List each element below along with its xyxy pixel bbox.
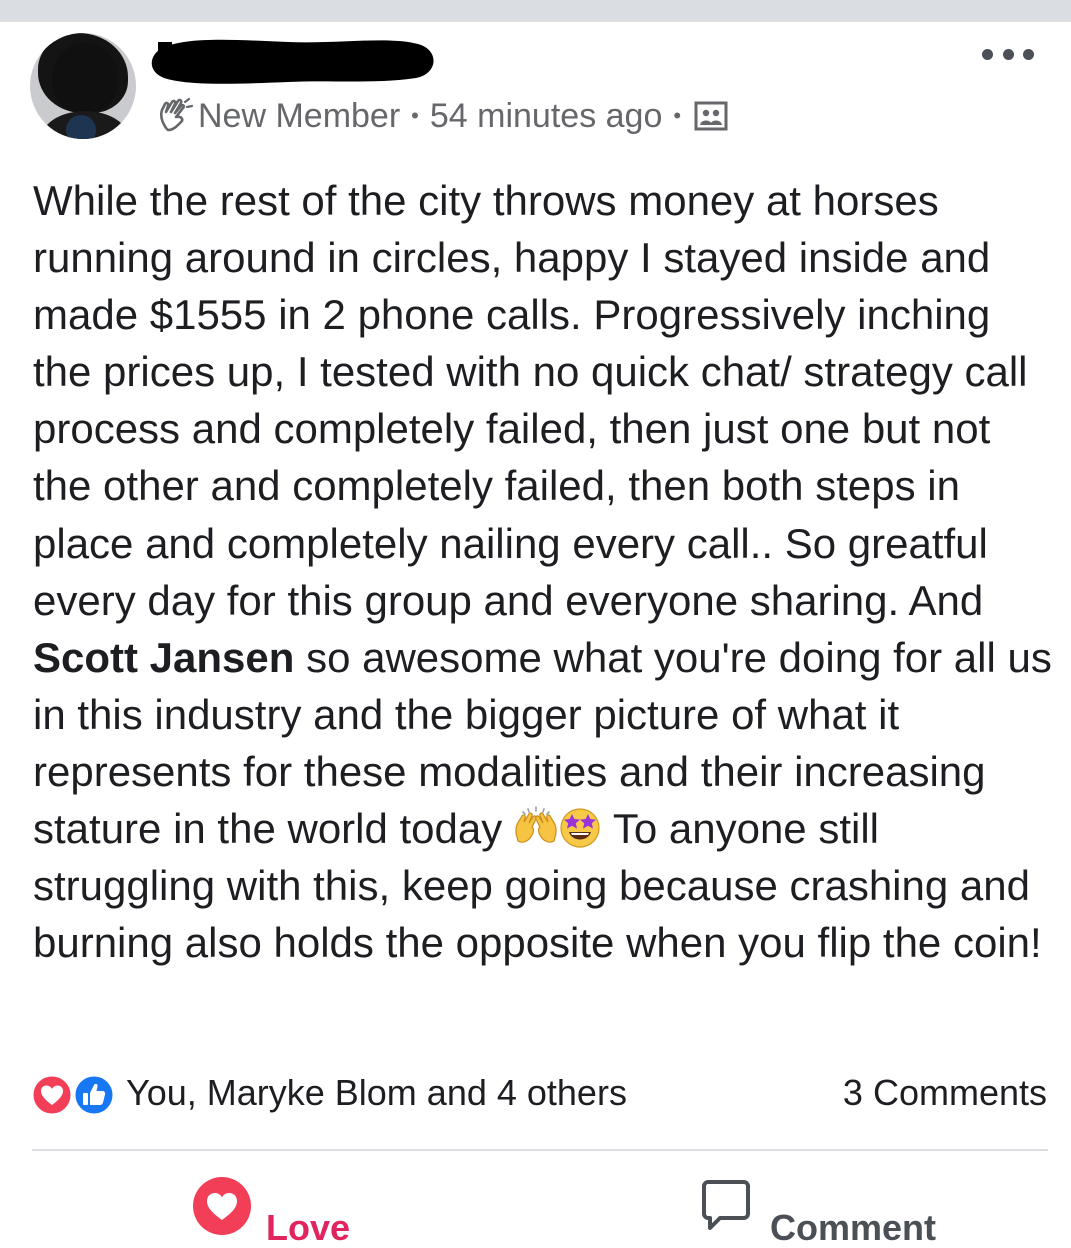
member-badge: New Member bbox=[198, 96, 401, 135]
more-dot-icon bbox=[1023, 48, 1034, 60]
raising-hands-emoji-icon bbox=[515, 806, 557, 843]
reactions-summary-text: You, Maryke Blom and 4 others bbox=[126, 1072, 627, 1113]
love-button[interactable]: Love bbox=[192, 1176, 350, 1246]
waving-hand-icon bbox=[159, 98, 194, 132]
more-dot-icon bbox=[1002, 48, 1014, 60]
divider bbox=[32, 1149, 1048, 1151]
more-options-button[interactable] bbox=[982, 40, 1034, 68]
post-meta: New Member • 54 minutes ago • bbox=[156, 94, 728, 138]
love-reaction-icon bbox=[30, 1073, 74, 1117]
reactions-summary[interactable]: You, Maryke Blom and 4 others bbox=[30, 1068, 627, 1118]
comment-button-label: Comment bbox=[770, 1207, 937, 1248]
love-button-label: Love bbox=[266, 1207, 351, 1248]
post-body: While the rest of the city throws money … bbox=[33, 172, 1053, 971]
love-icon bbox=[193, 1177, 251, 1235]
like-reaction-icon bbox=[72, 1073, 116, 1117]
comment-button[interactable]: Comment bbox=[696, 1176, 936, 1246]
star-struck-emoji-icon bbox=[560, 808, 600, 848]
meta-separator: • bbox=[411, 103, 419, 128]
reaction-icons bbox=[30, 1071, 118, 1117]
more-dot-icon bbox=[982, 48, 993, 60]
post-text-part: While the rest of the city throws money … bbox=[33, 177, 1028, 624]
comments-count-link[interactable]: 3 Comments bbox=[843, 1068, 1047, 1118]
top-strip bbox=[0, 0, 1071, 22]
group-privacy-icon bbox=[694, 101, 728, 131]
author-name-redaction bbox=[151, 39, 434, 84]
meta-separator: • bbox=[673, 103, 682, 128]
comment-icon bbox=[702, 1180, 750, 1230]
author-avatar[interactable] bbox=[30, 33, 136, 139]
mention-link[interactable]: Scott Jansen bbox=[33, 634, 294, 681]
post-timestamp[interactable]: 54 minutes ago bbox=[430, 97, 663, 136]
